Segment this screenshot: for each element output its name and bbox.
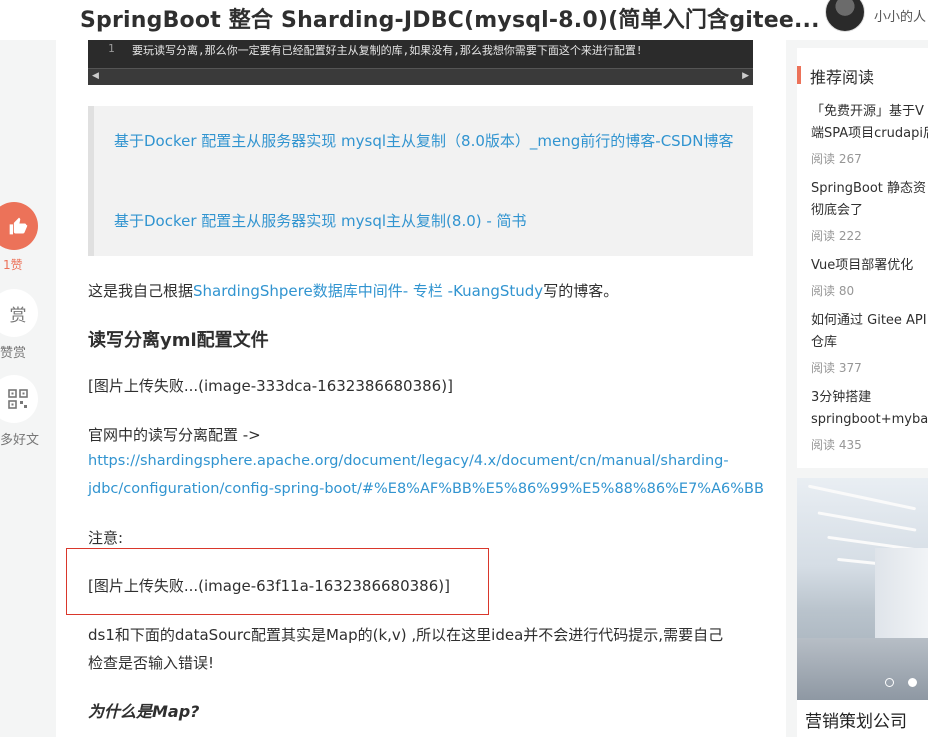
like-button[interactable] xyxy=(0,202,38,250)
ds-explanation-line1: ds1和下面的dataSourc配置其实是Map的(k,v) ,所以在这里ide… xyxy=(88,626,724,644)
recommend-item-title[interactable]: SpringBoot 静态资 xyxy=(811,178,926,200)
official-url-line2[interactable]: jdbc/configuration/config-spring-boot/#%… xyxy=(88,481,764,497)
ad-ceiling-light xyxy=(817,511,917,532)
reward-label: 赞赏 xyxy=(0,346,27,361)
top-header: SpringBoot 整合 Sharding-JDBC(mysql-8.0)(简… xyxy=(0,0,928,40)
recommend-item-title[interactable]: 端SPA项目crudapi后 xyxy=(811,123,928,145)
ad-image[interactable] xyxy=(797,478,928,700)
recommend-item-title[interactable]: Vue项目部署优化 xyxy=(811,255,913,277)
recommend-item-title[interactable]: 3分钟搭建 xyxy=(811,387,871,409)
scroll-left-arrow-icon[interactable]: ◀ xyxy=(92,71,99,81)
ad-banner[interactable]: 营销策划公司 xyxy=(797,478,928,737)
recommend-item-reads: 阅读 222 xyxy=(811,229,862,243)
qrcode-icon xyxy=(8,389,28,409)
ad-caption[interactable]: 营销策划公司 xyxy=(805,707,907,732)
more-articles-button[interactable] xyxy=(0,375,38,423)
recommend-item-title[interactable]: 「免费开源」基于V xyxy=(811,101,924,123)
recommend-item-title[interactable]: springboot+mybat xyxy=(811,409,928,431)
intro-link[interactable]: ShardingShpere数据库中间件- 专栏 -KuangStudy xyxy=(193,282,543,300)
ad-ceiling-light xyxy=(807,484,917,511)
official-url-line1[interactable]: https://shardingsphere.apache.org/docume… xyxy=(88,453,729,469)
ad-wall xyxy=(875,548,928,648)
recommend-heading: 推荐阅读 xyxy=(810,68,875,87)
blockquote: 基于Docker 配置主从服务器实现 mysql主从复制（8.0版本）_meng… xyxy=(88,106,753,256)
thumbs-up-icon xyxy=(9,217,28,235)
recommend-panel: 推荐阅读 「免费开源」基于V 端SPA项目crudapi后 阅读 267 Spr… xyxy=(797,48,928,468)
code-horizontal-scrollbar[interactable]: ◀ ▶ xyxy=(88,68,753,85)
section-heading: 读写分离yml配置文件 xyxy=(88,330,269,351)
image-failed-1: [图片上传失败...(image-333dca-1632386680386)] xyxy=(88,377,453,395)
recommend-item-reads: 阅读 80 xyxy=(811,284,855,298)
ad-floor xyxy=(797,638,928,700)
scroll-right-arrow-icon[interactable]: ▶ xyxy=(742,71,749,81)
recommend-item-reads: 阅读 377 xyxy=(811,361,862,375)
recommend-item-title[interactable]: 如何通过 Gitee API xyxy=(811,310,927,332)
recommend-item-title[interactable]: 仓库 xyxy=(811,332,837,354)
avatar[interactable] xyxy=(825,0,865,32)
ad-carousel-dot-active[interactable] xyxy=(908,678,917,687)
ds-explanation-line2: 检查是否输入错误! xyxy=(88,654,215,672)
ad-carousel-dot[interactable] xyxy=(885,678,894,687)
recommend-item-reads: 阅读 267 xyxy=(811,152,862,166)
image-failed-2: [图片上传失败...(image-63f11a-1632386680386)] xyxy=(88,577,450,595)
code-line-text: 要玩读写分离,那么你一定要有已经配置好主从复制的库,如果没有,那么我想你需要下面… xyxy=(132,44,643,57)
official-config-label: 官网中的读写分离配置 -> xyxy=(88,426,261,444)
recommend-item-reads: 阅读 435 xyxy=(811,438,862,452)
reward-glyph: 赏 xyxy=(9,305,27,326)
like-count: 1赞 xyxy=(3,258,23,272)
quote-link-csdn[interactable]: 基于Docker 配置主从服务器实现 mysql主从复制（8.0版本）_meng… xyxy=(114,126,744,156)
more-articles-label: 多好文 xyxy=(0,433,40,448)
why-map-heading: 为什么是Map? xyxy=(88,702,200,721)
recommend-item-title[interactable]: 彻底会了 xyxy=(811,200,863,222)
recommend-accent-bar xyxy=(797,66,801,84)
reward-button[interactable]: 赏 xyxy=(0,289,38,337)
intro-suffix: 写的博客。 xyxy=(543,282,619,300)
intro-paragraph: 这是我自己根据ShardingShpere数据库中间件- 专栏 -KuangSt… xyxy=(88,277,618,305)
username[interactable]: 小小的人 xyxy=(874,6,926,25)
code-line-number: 1 xyxy=(108,42,115,55)
code-block: 1 要玩读写分离,那么你一定要有已经配置好主从复制的库,如果没有,那么我想你需要… xyxy=(88,40,753,68)
intro-prefix: 这是我自己根据 xyxy=(88,282,194,300)
article-title: SpringBoot 整合 Sharding-JDBC(mysql-8.0)(简… xyxy=(80,8,820,33)
quote-link-jianshu[interactable]: 基于Docker 配置主从服务器实现 mysql主从复制(8.0) - 简书 xyxy=(114,206,527,236)
